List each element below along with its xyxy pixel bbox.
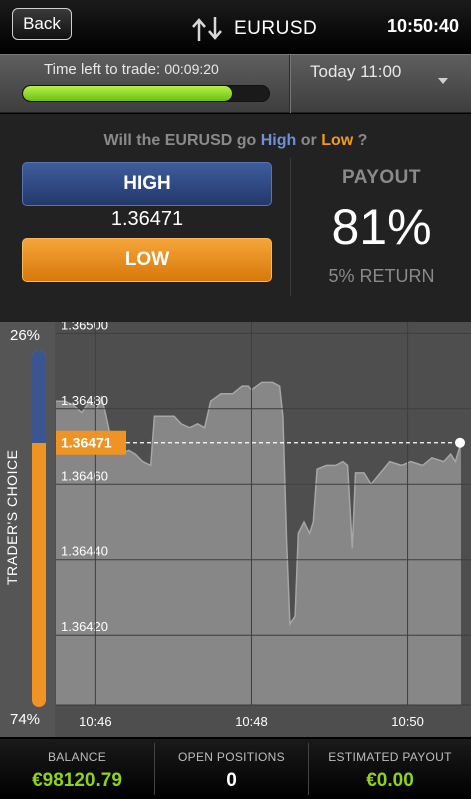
traders-choice-bar [32, 350, 46, 707]
question-high-word: High [260, 132, 297, 149]
x-tick-label: 10:50 [391, 714, 424, 729]
estimated-payout-label: ESTIMATED PAYOUT [328, 750, 452, 764]
y-tick-label: 1.36460 [61, 468, 108, 483]
high-percentage: 26% [10, 327, 41, 344]
traders-choice-high-fill [32, 350, 46, 443]
question-suffix: ? [357, 132, 368, 149]
low-percentage: 74% [10, 711, 41, 728]
question-prefix: Will the EURUSD go [103, 132, 257, 149]
asset-selector[interactable]: EURUSD [190, 14, 317, 44]
divider [289, 55, 291, 113]
divider [290, 158, 291, 296]
traders-choice-panel: 26% TRADER'S CHOICE 74% [0, 322, 55, 737]
back-button[interactable]: Back [12, 8, 72, 40]
y-tick-label: 1.36500 [61, 322, 108, 332]
y-tick-label: 1.36420 [61, 619, 108, 634]
payout-label: PAYOUT [341, 167, 422, 188]
payout-value: 81% [331, 199, 432, 255]
price-chart[interactable]: 1.36500 1.36480 1.36460 1.36440 1.36420 10:46… [56, 322, 471, 737]
low-button[interactable]: LOW [22, 238, 272, 282]
return-label: 5% RETURN [328, 266, 435, 286]
up-down-arrows-icon [192, 17, 222, 41]
top-bar: Back EURUSD 10:50:40 [0, 0, 471, 54]
time-progress-bar [22, 85, 270, 102]
traders-choice-caption: TRADER'S CHOICE [4, 449, 20, 585]
balance-value: €98120.79 [32, 770, 122, 791]
time-progress-fill [23, 86, 233, 101]
strike-price: 1.36471 [110, 208, 184, 230]
bottom-bar: BALANCE €98120.79 OPEN POSITIONS 0 ESTIM… [0, 739, 471, 799]
time-left-label: Time left to trade: 00:09:20 [44, 61, 219, 78]
estimated-payout-cell: ESTIMATED PAYOUT €0.00 [309, 739, 471, 799]
trade-panel: Will the EURUSD go High or Low ? HIGH 1.… [0, 114, 471, 322]
asset-title: EURUSD [234, 18, 318, 39]
current-price-dot [455, 437, 465, 448]
question-low-word: Low [321, 132, 354, 149]
y-tick-label: 1.36440 [61, 544, 108, 559]
chart-section: 26% TRADER'S CHOICE 74% 1.36500 1.36480 1.… [0, 322, 471, 737]
dropdown-caret-icon[interactable] [438, 78, 448, 84]
estimated-payout-value: €0.00 [366, 770, 414, 791]
x-tick-label: 10:48 [235, 714, 268, 729]
balance-cell: BALANCE €98120.79 [0, 739, 154, 799]
open-positions-value: 0 [226, 770, 237, 791]
question-or-word: or [300, 132, 317, 149]
server-clock: 10:50:40 [386, 16, 459, 36]
open-positions-label: OPEN POSITIONS [178, 750, 285, 764]
expiry-selector[interactable]: Today 11:00 [310, 62, 401, 82]
y-tick-label: 1.36480 [61, 393, 108, 408]
current-price-label: 1.36471 [61, 435, 112, 451]
high-button[interactable]: HIGH [22, 162, 272, 206]
x-tick-label: 10:46 [79, 714, 112, 729]
open-positions-cell[interactable]: OPEN POSITIONS 0 [155, 739, 308, 799]
balance-label: BALANCE [47, 750, 107, 764]
time-left-text: Time left to trade: [44, 61, 161, 78]
time-left-value: 00:09:20 [164, 61, 219, 77]
time-left-row: Time left to trade: 00:09:20 Today 11:00 [0, 54, 471, 113]
trade-question: Will the EURUSD go High or Low ? [0, 132, 471, 150]
